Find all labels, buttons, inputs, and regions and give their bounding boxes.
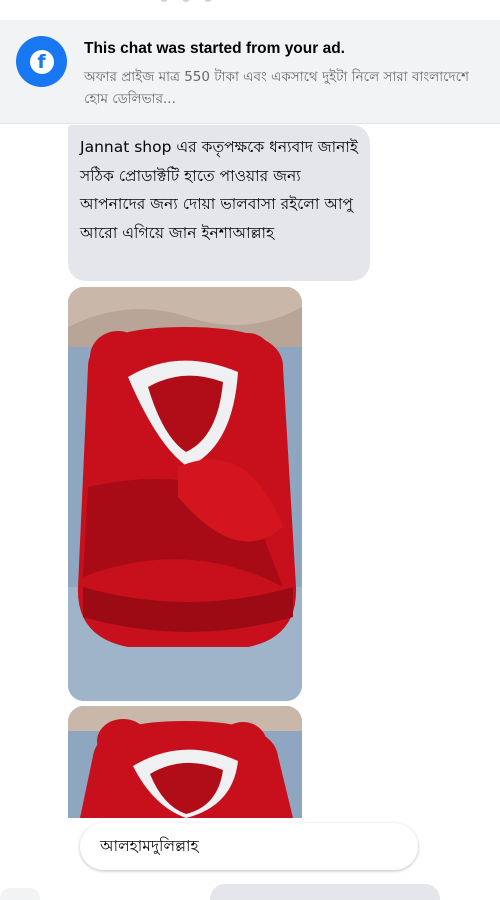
message-photo[interactable]: [68, 287, 302, 701]
top-dot-icon: [182, 0, 190, 2]
ad-banner-title: This chat was started from your ad.: [84, 40, 345, 57]
next-message-partial: [210, 884, 440, 900]
red-baby-wrap-image: [68, 287, 302, 701]
incoming-message[interactable]: Jannat shop এর কতৃপক্ষকে ধন্যবাদ জানাই স…: [68, 125, 370, 281]
facebook-icon: f: [16, 36, 67, 87]
top-dot-icon: [204, 0, 212, 2]
red-baby-wrap-image: [68, 706, 302, 818]
ad-banner-subtitle: অফার প্রাইজ মাত্র 550 টাকা এবং একসাথে দু…: [84, 69, 470, 107]
reply-message[interactable]: আলহামদুলিল্লাহ: [80, 823, 418, 870]
next-message-partial: [0, 888, 40, 900]
top-bar-remnant: [0, 0, 500, 18]
top-dot-icon: [160, 0, 168, 2]
message-photo[interactable]: [68, 706, 302, 818]
ad-origin-banner[interactable]: f This chat was started from your ad. অফ…: [0, 20, 500, 124]
reply-message-text: আলহামদুলিল্লাহ: [100, 836, 199, 855]
